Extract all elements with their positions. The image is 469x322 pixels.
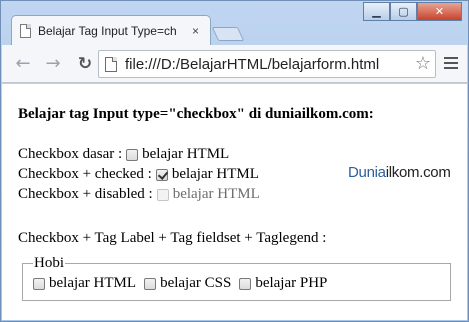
option-label[interactable]: belajar HTML: [49, 275, 136, 292]
brand-part1: Dunia: [348, 164, 386, 181]
checkbox-option-label: belajar HTML: [172, 186, 260, 202]
hobi-options: belajar HTML belajar CSS belajar PHP: [33, 275, 440, 292]
hobi-option-html[interactable]: belajar HTML: [33, 275, 136, 292]
option-label[interactable]: belajar CSS: [160, 275, 231, 292]
url-text[interactable]: file:///D:/BelajarHTML/belajarform.html: [125, 56, 379, 73]
checkbox-option-label[interactable]: belajar HTML: [142, 146, 229, 163]
tab-active[interactable]: Belajar Tag Input Type=ch ×: [11, 15, 211, 45]
new-tab-button[interactable]: [211, 27, 245, 41]
fieldset-intro: Checkbox + Tag Label + Tag fieldset + Ta…: [18, 230, 326, 247]
toolbar: ← → ↻ file:///D:/BelajarHTML/belajarform…: [2, 45, 467, 83]
checkbox-php[interactable]: [239, 277, 252, 290]
checkbox-css[interactable]: [144, 277, 157, 290]
checkbox-html[interactable]: [33, 277, 45, 290]
back-arrow-icon[interactable]: ←: [10, 51, 36, 77]
hamburger-menu-icon[interactable]: [442, 54, 460, 72]
checkbox-checked[interactable]: [155, 168, 168, 181]
checkbox-basic[interactable]: [126, 148, 139, 161]
hobi-option-css[interactable]: belajar CSS: [140, 275, 231, 292]
checkbox-option-label[interactable]: belajar HTML: [172, 166, 259, 183]
address-bar[interactable]: file:///D:/BelajarHTML/belajarform.html …: [98, 50, 436, 78]
reload-icon[interactable]: ↻: [72, 51, 98, 77]
row-label: Checkbox + checked :: [18, 166, 152, 182]
page-icon: [105, 56, 117, 72]
fieldset-intro-text: Checkbox + Tag Label + Tag fieldset + Ta…: [18, 230, 327, 246]
row-label: Checkbox dasar :: [18, 146, 123, 162]
fieldset-legend: Hobi: [34, 255, 64, 271]
close-button[interactable]: ✕: [417, 2, 462, 21]
row-label: Checkbox + disabled :: [18, 186, 153, 202]
brand-logo: Duniailkom.com: [348, 164, 451, 181]
page-content: Belajar tag Input type="checkbox" di dun…: [2, 84, 467, 320]
forward-arrow-icon[interactable]: →: [40, 51, 66, 77]
tab-strip: Belajar Tag Input Type=ch × ▁ ▢ ✕: [1, 1, 468, 45]
hobi-option-php[interactable]: belajar PHP: [235, 275, 327, 292]
browser-window: Belajar Tag Input Type=ch × ▁ ▢ ✕ ← → ↻ …: [0, 0, 469, 322]
hobi-fieldset: Hobi belajar HTML belajar CSS belajar PH…: [22, 255, 451, 301]
minimize-button[interactable]: ▁: [363, 2, 390, 21]
checkbox-disabled: [156, 188, 169, 201]
document-icon: [20, 23, 31, 38]
window-controls: ▁ ▢ ✕: [363, 2, 462, 21]
tab-title: Belajar Tag Input Type=ch: [38, 23, 177, 38]
checkbox-row-disabled: Checkbox + disabled : belajar HTML: [18, 186, 260, 203]
tab-close-icon[interactable]: ×: [192, 24, 199, 38]
checkbox-row-checked: Checkbox + checked : belajar HTML: [18, 166, 259, 183]
maximize-button[interactable]: ▢: [390, 2, 417, 21]
star-icon[interactable]: ☆: [415, 53, 431, 74]
option-label[interactable]: belajar PHP: [255, 275, 327, 292]
checkbox-row-basic: Checkbox dasar : belajar HTML: [18, 146, 229, 163]
page-heading: Belajar tag Input type="checkbox" di dun…: [18, 106, 374, 122]
brand-part2: ilkom.com: [385, 164, 451, 181]
